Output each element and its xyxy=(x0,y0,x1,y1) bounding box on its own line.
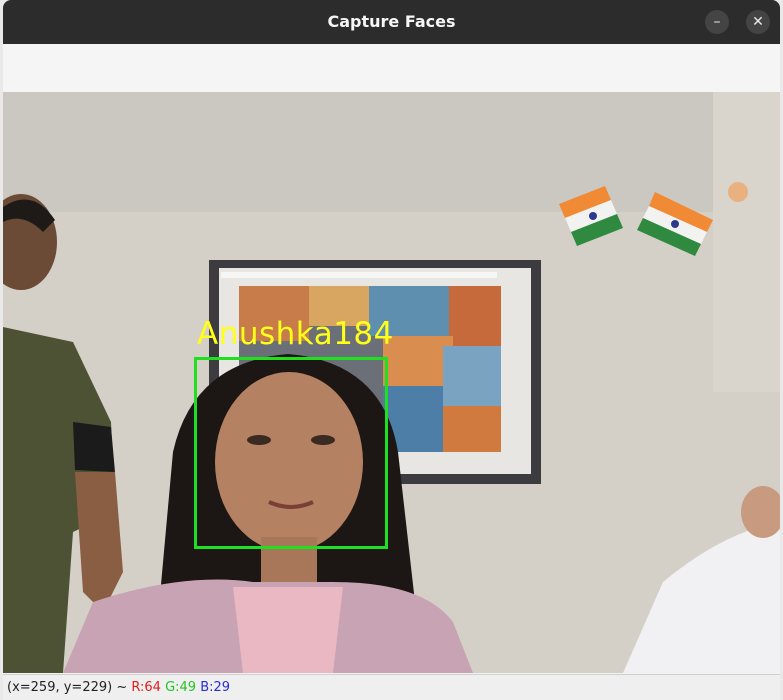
lamp-glow xyxy=(728,182,748,202)
painting-patch-4 xyxy=(449,286,501,346)
close-button[interactable]: ✕ xyxy=(746,10,770,34)
toolbar-area xyxy=(3,44,780,93)
pixel-green-value: G:49 xyxy=(165,680,197,695)
camera-frame[interactable]: Anushka184 xyxy=(3,92,780,673)
right-wall-light xyxy=(713,92,780,392)
face-detection-box xyxy=(194,357,388,549)
window-title: Capture Faces xyxy=(327,12,456,31)
capture-faces-window: Capture Faces – ✕ Anushka184 (x=259, y=2… xyxy=(3,0,780,700)
minimize-button[interactable]: – xyxy=(705,10,729,34)
painting-patch-8 xyxy=(443,406,501,452)
painting-patch-7 xyxy=(443,346,501,406)
pixel-blue-value: B:29 xyxy=(200,680,231,695)
person-left-sleeve-band xyxy=(73,422,115,472)
title-bar[interactable]: Capture Faces – ✕ xyxy=(3,0,780,44)
cursor-coordinates: (x=259, y=229) ~ xyxy=(7,680,132,695)
minimize-icon: – xyxy=(713,14,721,30)
status-bar: (x=259, y=229) ~ R:64 G:49 B:29 xyxy=(3,674,780,700)
wall-top-shade xyxy=(3,92,780,212)
flag-1-chakra xyxy=(589,212,597,220)
pixel-red-value: R:64 xyxy=(131,680,161,695)
close-icon: ✕ xyxy=(752,14,764,30)
camera-image xyxy=(3,92,780,673)
person-center-inner xyxy=(233,587,343,673)
glass-reflection xyxy=(221,272,497,278)
flag-2-chakra xyxy=(671,220,679,228)
face-name-label: Anushka184 xyxy=(197,316,394,352)
